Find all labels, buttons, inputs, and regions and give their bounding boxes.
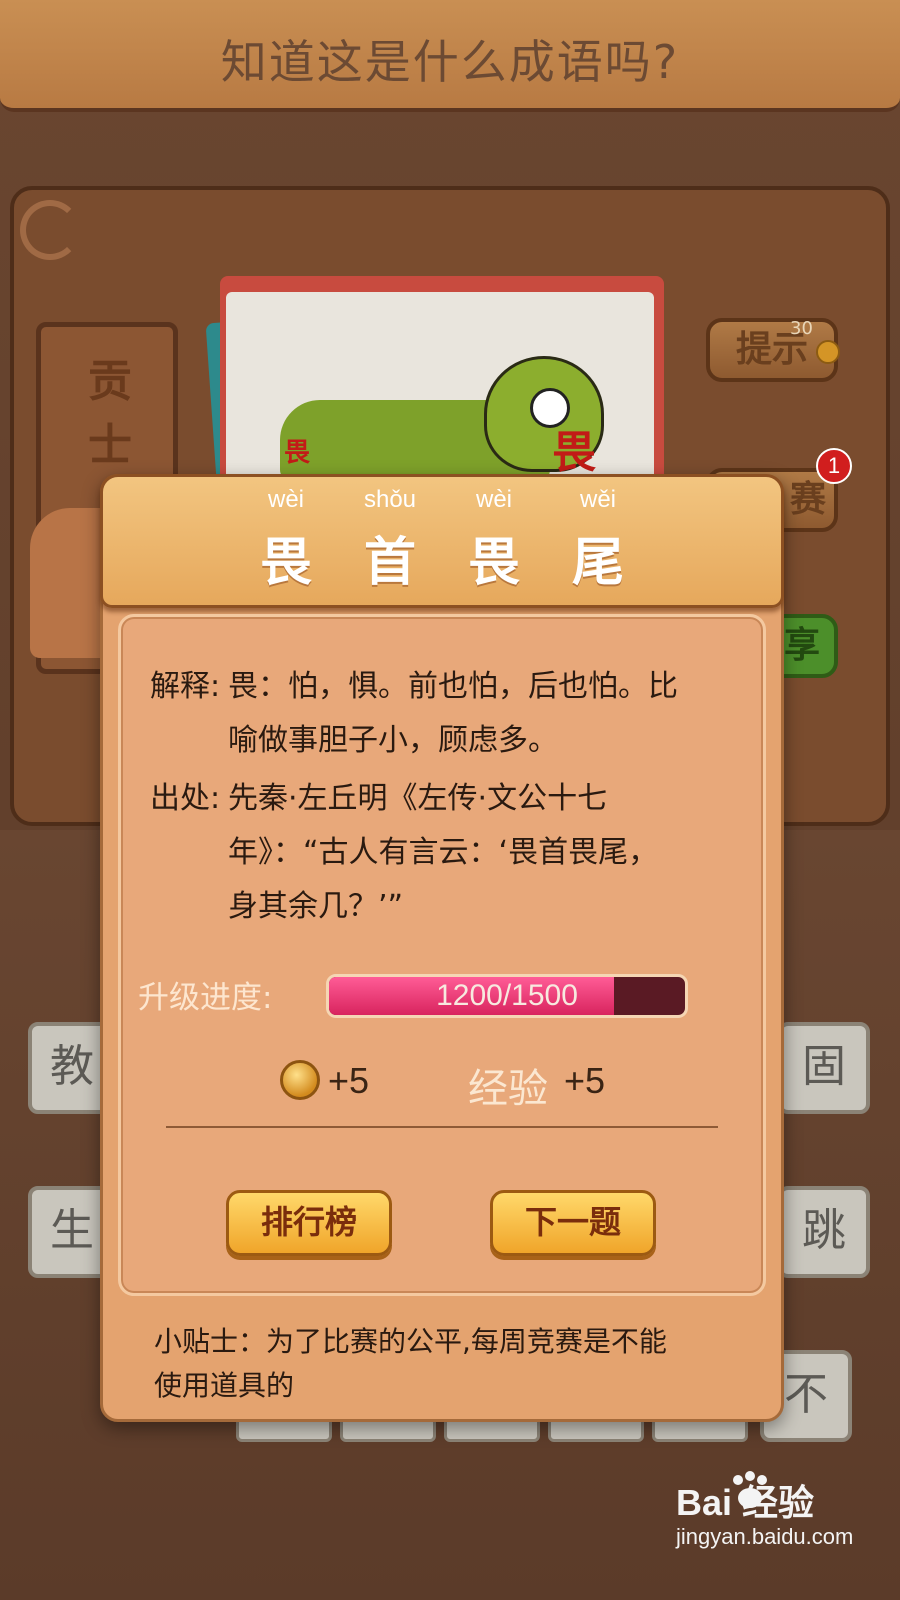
explanation-line: 喻做事胆子小，顾虑多。 [228,723,558,758]
idiom-char-3: 畏 [467,533,520,593]
answer-tile[interactable]: 跳 [778,1186,870,1278]
leaderboard-button[interactable]: 排行榜 [226,1190,392,1256]
explanation-text: 畏：怕，惧。前也怕，后也怕。比 喻做事胆子小，顾虑多。 [228,660,748,768]
hint-cost: 30 [790,318,813,339]
divider [166,1126,718,1128]
scroll-char: 贡 [88,356,132,407]
scroll-char: 士 [88,420,132,471]
progress-label: 升级进度: [138,980,273,1016]
level-scroll-text: 贡 士 [70,350,150,478]
explanation-label: 解释: [150,669,221,704]
source-line: 先秦·左丘明《左传·文公十七 [228,781,608,816]
source-text: 先秦·左丘明《左传·文公十七 年》：“古人有言云：‘畏首畏尾， 身其余几？’” [228,772,748,934]
pinyin-2: shǒu [363,486,417,513]
dialog-header [100,474,784,608]
watermark-url: jingyan.baidu.com [676,1524,854,1549]
next-question-button[interactable]: 下一题 [490,1190,656,1256]
card-char: 畏 [284,438,311,468]
tip-text: 小贴士：为了比赛的公平,每周竞赛是不能 使用道具的 [154,1320,744,1408]
tip-line: 小贴士：为了比赛的公平,每周竞赛是不能 [154,1325,667,1358]
card-char: 畏 [552,427,596,478]
source-line: 身其余几？’” [228,889,404,924]
progress-value: 1200/1500 [436,979,578,1012]
contest-button-label: 赛 [789,479,826,520]
pinyin-1: wèi [267,486,304,513]
notification-badge: 1 [816,448,852,484]
exp-label: 经验 [468,1066,548,1112]
source-line: 年》：“古人有言云：‘畏首畏尾， [228,835,659,870]
tip-line: 使用道具的 [154,1369,295,1402]
coin-icon [280,1060,320,1100]
level-progress-bar: 1200/1500 [326,974,688,1018]
coin-reward: +5 [328,1060,370,1101]
pinyin-4: wěi [579,486,616,513]
idiom-char-4: 尾 [571,533,624,593]
pinyin-3: wèi [475,486,512,513]
page-title: 知道这是什么成语吗? [220,35,680,89]
coin-icon [816,340,840,364]
answer-tile[interactable]: 固 [778,1022,870,1114]
paw-icon [733,1471,767,1508]
decorative-swirl-icon [20,200,80,260]
idiom-char-2: 首 [363,533,416,593]
explanation-line: 畏：怕，惧。前也怕，后也怕。比 [228,669,678,704]
exp-reward: +5 [564,1060,606,1101]
source-label: 出处: [150,781,221,816]
idiom-char-1: 畏 [259,533,312,593]
